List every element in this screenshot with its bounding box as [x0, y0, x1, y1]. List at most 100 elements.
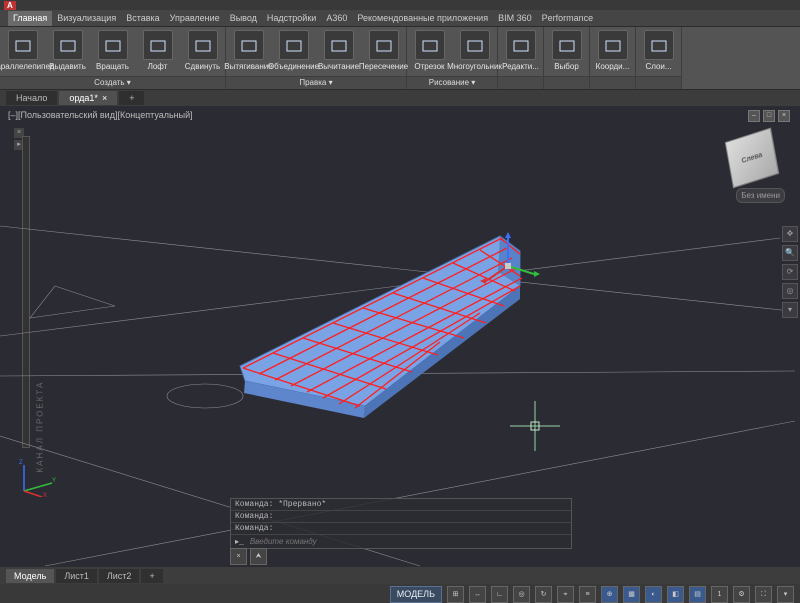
- pan-icon[interactable]: ✥: [782, 226, 798, 242]
- ribbon-tab[interactable]: A360: [321, 11, 352, 26]
- ribbon-tab[interactable]: Главная: [8, 11, 52, 26]
- button-label: Вращать: [96, 62, 129, 71]
- intersect-button[interactable]: Пересечение: [361, 27, 406, 76]
- ribbon-panel: Коорди...: [590, 27, 636, 89]
- title-bar: A: [0, 0, 800, 10]
- button-label: Отрезок: [414, 62, 444, 71]
- ribbon-tab[interactable]: Управление: [165, 11, 225, 26]
- file-tab[interactable]: Начало: [6, 91, 57, 105]
- more-nav-icon[interactable]: ▾: [782, 302, 798, 318]
- cmd-close-icon[interactable]: ×: [230, 548, 247, 565]
- ribbon-panel: Редакти...: [498, 27, 544, 89]
- ribbon-tab[interactable]: BIM 360: [493, 11, 537, 26]
- command-input[interactable]: [248, 536, 567, 547]
- svg-text:Z: Z: [19, 460, 23, 466]
- revolve-button[interactable]: Вращать: [90, 27, 135, 76]
- space-toggle[interactable]: МОДЕЛЬ: [390, 586, 442, 603]
- ribbon-tab[interactable]: Визуализация: [52, 11, 121, 26]
- subtract-button[interactable]: Вычитание: [316, 27, 361, 76]
- status-toggle-3[interactable]: ◎: [513, 586, 530, 603]
- status-toggle-14[interactable]: ⛶: [755, 586, 772, 603]
- selection-icon: [552, 30, 582, 60]
- polygon-button[interactable]: Многоугольник: [452, 27, 497, 76]
- sweep-icon: [188, 30, 218, 60]
- command-line[interactable]: Команда: *Прервано* Команда: Команда: ▸_: [230, 498, 572, 549]
- layers-icon: [644, 30, 674, 60]
- status-toggle-13[interactable]: ⚙: [733, 586, 750, 603]
- button-label: Лофт: [148, 62, 168, 71]
- button-label: Вытягивание: [224, 62, 272, 71]
- status-toggle-11[interactable]: ▤: [689, 586, 706, 603]
- status-toggle-15[interactable]: ▾: [777, 586, 794, 603]
- box-icon: [8, 30, 38, 60]
- cmd-history-line: Команда:: [231, 511, 571, 523]
- status-toggle-1[interactable]: ↔: [469, 586, 486, 603]
- panel-label[interactable]: [544, 76, 589, 89]
- cmd-prompt-icon: ▸_: [235, 537, 244, 547]
- layout-tab[interactable]: Лист2: [99, 569, 140, 583]
- app-icon: A: [4, 1, 16, 10]
- nav-bar: ✥ 🔍 ⟳ ◎ ▾: [782, 226, 798, 318]
- panel-label[interactable]: [498, 76, 543, 89]
- button-label: Выбор: [554, 62, 579, 71]
- polygon-icon: [460, 30, 490, 60]
- ribbon-panel: Отрезок МногоугольникРисование ▾: [407, 27, 498, 89]
- union-button[interactable]: Объединение: [271, 27, 316, 76]
- ribbon-panel: ВытягиваниеОбъединениеВычитаниеПересечен…: [226, 27, 407, 89]
- status-toggle-8[interactable]: ▦: [623, 586, 640, 603]
- line-button[interactable]: Отрезок: [407, 27, 452, 76]
- coords-button[interactable]: Коорди...: [590, 27, 635, 76]
- button-label: Объединение: [268, 62, 319, 71]
- close-tab-icon[interactable]: ×: [102, 91, 107, 105]
- button-label: Многоугольник: [447, 62, 502, 71]
- selection-button[interactable]: Выбор: [544, 27, 589, 76]
- box-button[interactable]: Параллелепипед: [0, 27, 45, 76]
- subtract-icon: [324, 30, 354, 60]
- revolve-icon: [98, 30, 128, 60]
- ribbon-tab[interactable]: Вставка: [121, 11, 164, 26]
- new-tab-button[interactable]: +: [119, 91, 144, 105]
- status-toggle-0[interactable]: ⊞: [447, 586, 464, 603]
- panel-label[interactable]: Правка ▾: [226, 76, 406, 89]
- file-tab[interactable]: орда1*×: [59, 91, 117, 105]
- nav-hint[interactable]: Без имени: [736, 188, 785, 203]
- loft-button[interactable]: Лофт: [135, 27, 180, 76]
- layers-button[interactable]: Слои...: [636, 27, 681, 76]
- panel-label[interactable]: Рисование ▾: [407, 76, 497, 89]
- orbit-icon[interactable]: ⟳: [782, 264, 798, 280]
- sweep-button[interactable]: Сдвинуть: [180, 27, 225, 76]
- ribbon-tab[interactable]: Рекомендованные приложения: [352, 11, 493, 26]
- viewport[interactable]: [–][Пользовательский вид][Концептуальный…: [0, 106, 800, 567]
- presspull-icon: [234, 30, 264, 60]
- file-tab-bar: Началоорда1*×+: [0, 90, 800, 106]
- cmd-expand-icon[interactable]: ⮝: [250, 548, 267, 565]
- wheel-icon[interactable]: ◎: [782, 283, 798, 299]
- status-toggle-6[interactable]: ≡: [579, 586, 596, 603]
- status-toggle-2[interactable]: ∟: [491, 586, 508, 603]
- edit-button[interactable]: Редакти...: [498, 27, 543, 76]
- cursor: [510, 401, 560, 454]
- union-icon: [279, 30, 309, 60]
- new-layout-button[interactable]: +: [141, 569, 162, 583]
- zoom-icon[interactable]: 🔍: [782, 245, 798, 261]
- layout-tab[interactable]: Модель: [6, 569, 54, 583]
- layout-tab[interactable]: Лист1: [56, 569, 97, 583]
- status-toggle-10[interactable]: ◧: [667, 586, 684, 603]
- status-toggle-12[interactable]: 1: [711, 586, 728, 603]
- panel-label[interactable]: [590, 76, 635, 89]
- status-toggle-9[interactable]: ◐: [645, 586, 662, 603]
- ribbon-tab[interactable]: Надстройки: [262, 11, 321, 26]
- status-toggle-4[interactable]: ↻: [535, 586, 552, 603]
- extrude-button[interactable]: Выдавить: [45, 27, 90, 76]
- button-label: Вычитание: [318, 62, 359, 71]
- status-toggle-7[interactable]: ⊕: [601, 586, 618, 603]
- presspull-button[interactable]: Вытягивание: [226, 27, 271, 76]
- ribbon-tab[interactable]: Performance: [537, 11, 599, 26]
- button-label: Редакти...: [502, 62, 539, 71]
- ribbon-tab[interactable]: Вывод: [225, 11, 262, 26]
- project-sidebar-label[interactable]: КАНАЛ ПРОЕКТА: [36, 381, 45, 473]
- panel-label[interactable]: Создать ▾: [0, 76, 225, 89]
- panel-label[interactable]: [636, 76, 681, 89]
- status-toggle-5[interactable]: ⌖: [557, 586, 574, 603]
- cmd-history-line: Команда: *Прервано*: [231, 499, 571, 511]
